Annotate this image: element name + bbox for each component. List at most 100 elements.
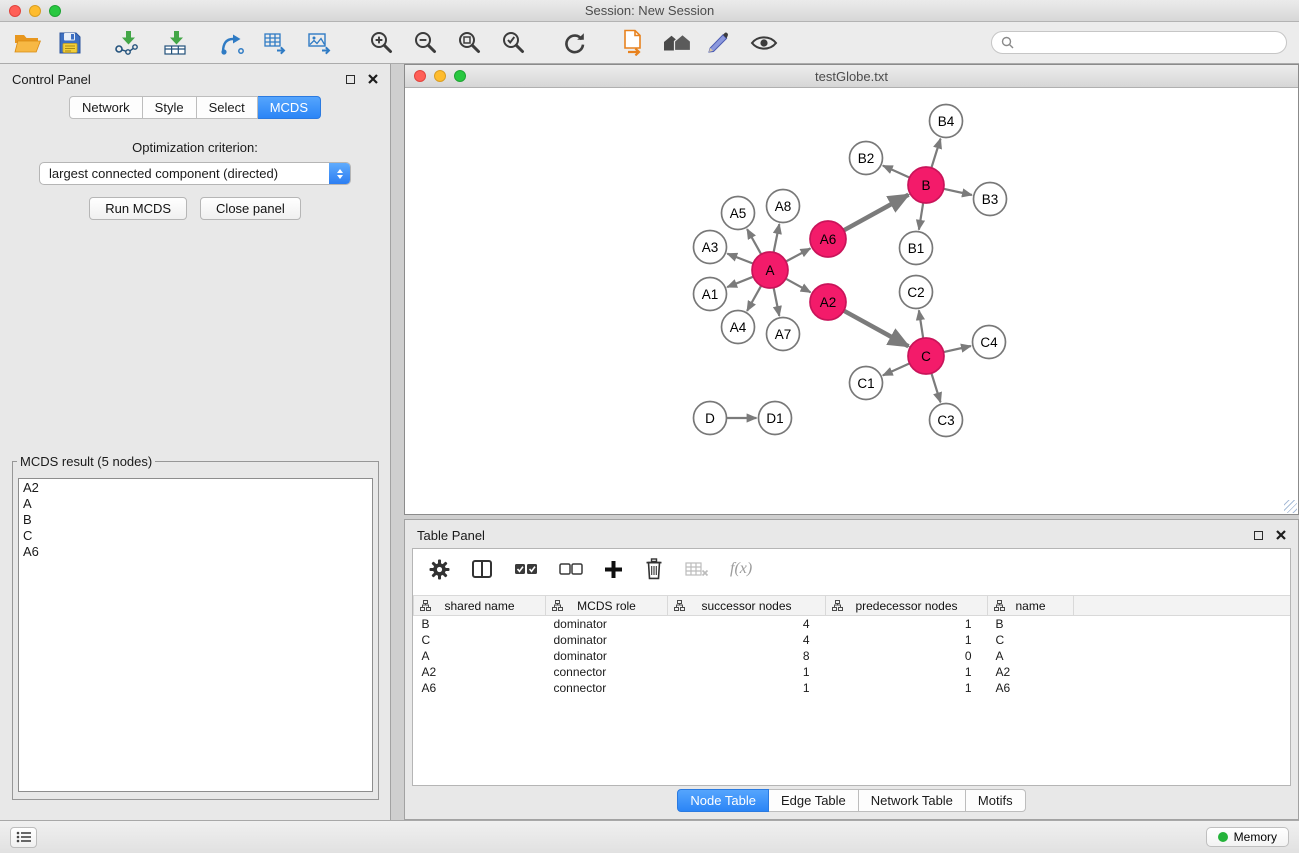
cell-successor-nodes[interactable]: 1	[668, 664, 826, 680]
table-row[interactable]: Cdominator41C	[414, 632, 1291, 648]
cell-mcds-role[interactable]: dominator	[546, 616, 668, 632]
import-table-button[interactable]	[160, 27, 190, 59]
node-C2[interactable]: C2	[900, 276, 933, 309]
node-table-wrap[interactable]: shared nameMCDS rolesuccessor nodesprede…	[413, 595, 1290, 785]
node-B[interactable]: B	[908, 167, 944, 203]
zoom-in-button[interactable]	[366, 27, 396, 59]
network-close-button[interactable]	[414, 70, 426, 82]
edge-C-C2[interactable]	[919, 310, 923, 338]
delete-table-button[interactable]	[685, 560, 709, 578]
edge-C-C3[interactable]	[931, 373, 940, 402]
cell-name[interactable]: A6	[988, 680, 1074, 696]
edge-A2-C[interactable]	[844, 311, 909, 347]
node-D[interactable]: D	[694, 402, 727, 435]
close-panel-button[interactable]: Close panel	[200, 197, 301, 220]
column-header-name[interactable]: name	[988, 596, 1074, 616]
show-columns-button[interactable]	[471, 559, 493, 579]
edge-A-A7[interactable]	[774, 288, 780, 316]
network-minimize-button[interactable]	[434, 70, 446, 82]
home-view-button[interactable]	[662, 27, 692, 59]
cell-predecessor-nodes[interactable]: 1	[826, 616, 988, 632]
node-A6[interactable]: A6	[810, 221, 846, 257]
node-B2[interactable]: B2	[850, 142, 883, 175]
search-box[interactable]	[991, 31, 1287, 54]
edge-A-A4[interactable]	[747, 286, 761, 311]
tab-mcds[interactable]: MCDS	[258, 96, 321, 119]
edge-C-C1[interactable]	[883, 363, 910, 375]
network-maximize-button[interactable]	[454, 70, 466, 82]
criterion-dropdown[interactable]: largest connected component (directed)	[39, 162, 351, 185]
cell-name[interactable]: A	[988, 648, 1074, 664]
save-session-button[interactable]	[55, 27, 85, 59]
cell-shared-name[interactable]: A6	[414, 680, 546, 696]
function-builder-button[interactable]: f(x)	[730, 560, 752, 578]
node-A5[interactable]: A5	[722, 197, 755, 230]
table-row[interactable]: Bdominator41B	[414, 616, 1291, 632]
tab-style[interactable]: Style	[143, 96, 197, 119]
cell-successor-nodes[interactable]: 8	[668, 648, 826, 664]
cell-name[interactable]: A2	[988, 664, 1074, 680]
export-network-button[interactable]	[217, 27, 247, 59]
resize-grip[interactable]	[1284, 500, 1297, 513]
run-mcds-button[interactable]: Run MCDS	[89, 197, 187, 220]
export-table-button[interactable]	[261, 27, 291, 59]
export-image-button[interactable]	[305, 27, 335, 59]
zoom-fit-button[interactable]	[454, 27, 484, 59]
node-B4[interactable]: B4	[930, 105, 963, 138]
tab-motifs[interactable]: Motifs	[966, 789, 1026, 812]
node-C3[interactable]: C3	[930, 404, 963, 437]
memory-button[interactable]: Memory	[1206, 827, 1289, 847]
network-svg[interactable]: B4B2BB3A5A8A6B1A3AA1C2A2A4A7C4C1CC3DD1	[405, 89, 1298, 514]
table-row[interactable]: A2connector11A2	[414, 664, 1291, 680]
edge-A6-B[interactable]	[844, 195, 909, 231]
cell-name[interactable]: B	[988, 616, 1074, 632]
tab-select[interactable]: Select	[197, 96, 258, 119]
cell-successor-nodes[interactable]: 4	[668, 632, 826, 648]
node-A8[interactable]: A8	[767, 190, 800, 223]
table-row[interactable]: Adominator80A	[414, 648, 1291, 664]
column-header-successor-nodes[interactable]: successor nodes	[668, 596, 826, 616]
node-C4[interactable]: C4	[973, 326, 1006, 359]
node-D1[interactable]: D1	[759, 402, 792, 435]
close-control-panel-button[interactable]	[368, 74, 378, 84]
deselect-all-button[interactable]	[559, 562, 583, 576]
node-A3[interactable]: A3	[694, 231, 727, 264]
node-A2[interactable]: A2	[810, 284, 846, 320]
node-A1[interactable]: A1	[694, 278, 727, 311]
edge-B-B4[interactable]	[931, 139, 940, 168]
close-window-button[interactable]	[9, 5, 21, 17]
show-hide-button[interactable]	[749, 27, 779, 59]
cell-shared-name[interactable]: B	[414, 616, 546, 632]
cell-predecessor-nodes[interactable]: 0	[826, 648, 988, 664]
cell-successor-nodes[interactable]: 4	[668, 616, 826, 632]
cell-mcds-role[interactable]: connector	[546, 680, 668, 696]
cell-predecessor-nodes[interactable]: 1	[826, 680, 988, 696]
table-row[interactable]: A6connector11A6	[414, 680, 1291, 696]
edge-A-A6[interactable]	[786, 248, 811, 261]
zoom-out-button[interactable]	[410, 27, 440, 59]
edge-C-C4[interactable]	[944, 346, 971, 352]
search-input[interactable]	[1020, 36, 1277, 50]
edge-B-B2[interactable]	[883, 166, 910, 178]
result-item[interactable]: A	[23, 496, 368, 512]
cell-shared-name[interactable]: A	[414, 648, 546, 664]
edge-A-A5[interactable]	[747, 229, 761, 254]
edge-B-B3[interactable]	[944, 189, 972, 195]
node-A7[interactable]: A7	[767, 318, 800, 351]
result-item[interactable]: B	[23, 512, 368, 528]
open-session-button[interactable]	[12, 27, 42, 59]
close-table-panel-button[interactable]	[1276, 530, 1286, 540]
select-all-button[interactable]	[514, 562, 538, 576]
tab-network[interactable]: Network	[69, 96, 143, 119]
node-A[interactable]: A	[752, 252, 788, 288]
edge-A-A2[interactable]	[786, 279, 811, 293]
edge-A-A8[interactable]	[774, 224, 780, 252]
result-item[interactable]: C	[23, 528, 368, 544]
import-network-button[interactable]	[112, 27, 142, 59]
tab-node-table[interactable]: Node Table	[677, 789, 769, 812]
first-neighbors-button[interactable]	[618, 27, 648, 59]
task-history-button[interactable]	[10, 827, 37, 848]
cell-shared-name[interactable]: A2	[414, 664, 546, 680]
refresh-button[interactable]	[559, 27, 589, 59]
edge-B-B1[interactable]	[919, 203, 923, 230]
